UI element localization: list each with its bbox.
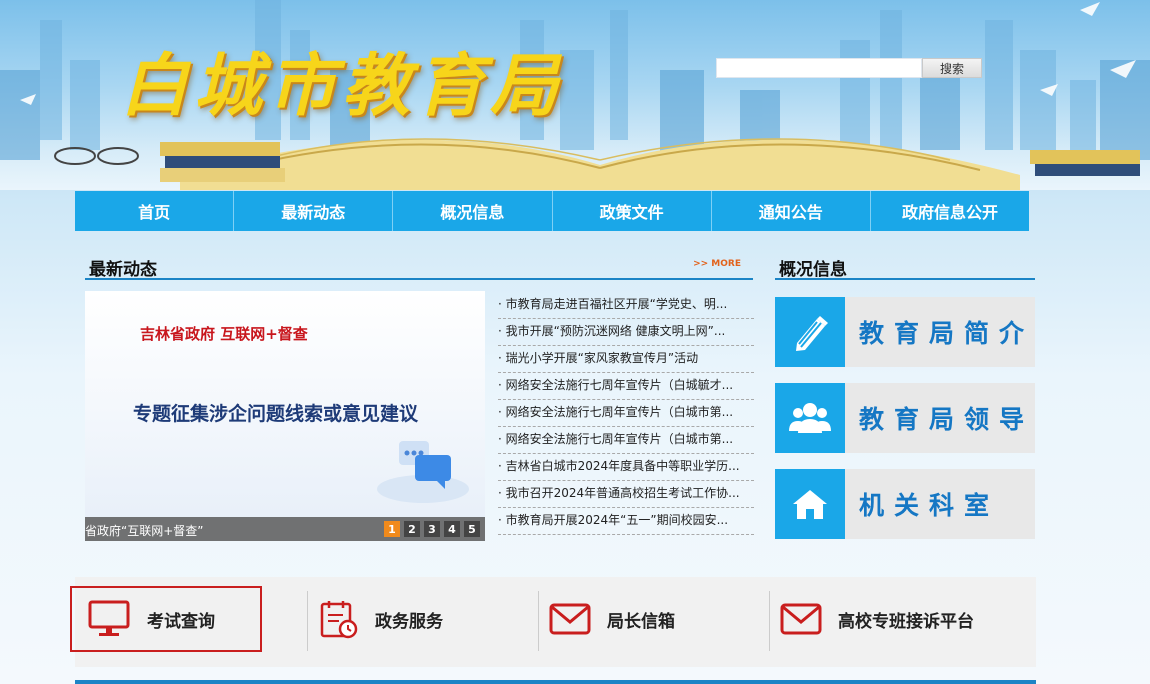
- news-list-item[interactable]: · 我市召开2024年普通高校招生考试工作协...: [498, 481, 754, 508]
- slide-subtitle: 吉林省政府 互联网+督查: [140, 325, 308, 343]
- slide-headline: 专题征集涉企问题线索或意见建议: [133, 403, 419, 425]
- header-banner: 白城市教育局 搜索: [0, 0, 1150, 190]
- envelope-icon: [780, 603, 822, 635]
- nav-item-latest-news[interactable]: 最新动态: [234, 191, 394, 231]
- pencil-icon: [775, 297, 845, 367]
- main-nav: 首页 最新动态 概况信息 政策文件 通知公告 政府信息公开: [75, 191, 1029, 231]
- overview-section-header: 概况信息: [775, 250, 1035, 280]
- slide-page-5[interactable]: 5: [464, 521, 480, 537]
- nav-item-home[interactable]: 首页: [75, 191, 235, 231]
- service-divider: [307, 591, 308, 651]
- news-list-item[interactable]: · 吉林省白城市2024年度具备中等职业学历...: [498, 454, 754, 481]
- complaint-platform-button[interactable]: 高校专班接诉平台: [780, 587, 974, 651]
- service-divider: [538, 591, 539, 651]
- site-logo[interactable]: 白城市教育局: [120, 30, 564, 129]
- news-section-header: 最新动态 >> MORE: [85, 250, 753, 280]
- slide-pager: 1 2 3 4 5: [384, 521, 480, 537]
- slide-page-3[interactable]: 3: [424, 521, 440, 537]
- overview-leaders-label: 教育局领导: [859, 405, 1035, 434]
- envelope-icon: [549, 603, 591, 635]
- director-mailbox-label: 局长信箱: [607, 611, 675, 632]
- overview-intro-label: 教育局简介: [859, 319, 1035, 348]
- footer-divider: [75, 680, 1036, 684]
- slide-caption-bar: 省政府“互联网+督查” 1 2 3 4 5: [85, 517, 485, 541]
- calendar-clock-icon: [320, 601, 358, 639]
- news-list-item[interactable]: · 网络安全法施行七周年宣传片（白城毓才...: [498, 373, 754, 400]
- news-list-item[interactable]: · 市教育局开展2024年“五一”期间校园安...: [498, 508, 754, 535]
- news-list-item[interactable]: · 市教育局走进百福社区开展“学党史、明...: [498, 292, 754, 319]
- overview-departments-label: 机关科室: [859, 491, 1000, 520]
- overview-intro-link[interactable]: 教育局简介: [775, 297, 1035, 367]
- chat-bubbles-illustration: [377, 441, 469, 503]
- slide-caption[interactable]: 省政府“互联网+督查”: [85, 522, 204, 539]
- search-button[interactable]: 搜索: [922, 58, 982, 78]
- service-divider: [769, 591, 770, 651]
- director-mailbox-button[interactable]: 局长信箱: [549, 587, 675, 651]
- nav-item-gov-info[interactable]: 政府信息公开: [871, 191, 1029, 231]
- overview-departments-link[interactable]: 机关科室: [775, 469, 1035, 539]
- overview-section-title: 概况信息: [779, 260, 847, 280]
- gov-service-label: 政务服务: [375, 611, 443, 632]
- focus-highlight-frame: [70, 586, 262, 652]
- slide-page-1[interactable]: 1: [384, 521, 400, 537]
- slide-page-2[interactable]: 2: [404, 521, 420, 537]
- news-list-item[interactable]: · 瑞光小学开展“家风家教宣传月”活动: [498, 346, 754, 373]
- search-box: 搜索: [716, 58, 982, 78]
- search-input[interactable]: [716, 58, 922, 78]
- people-icon: [775, 383, 845, 453]
- news-slideshow[interactable]: 吉林省政府 互联网+督查 专题征集涉企问题线索或意见建议 省政府“互联网+督查”…: [85, 291, 485, 541]
- house-icon: [775, 469, 845, 539]
- news-more-link[interactable]: >> MORE: [693, 259, 741, 269]
- news-list-item[interactable]: · 网络安全法施行七周年宣传片（白城市第...: [498, 400, 754, 427]
- nav-item-notices[interactable]: 通知公告: [712, 191, 871, 231]
- news-list-item[interactable]: · 网络安全法施行七周年宣传片（白城市第...: [498, 427, 754, 454]
- news-list-item[interactable]: · 我市开展“预防沉迷网络 健康文明上网”...: [498, 319, 754, 346]
- slide-page-4[interactable]: 4: [444, 521, 460, 537]
- news-section-title: 最新动态: [89, 260, 157, 280]
- overview-leaders-link[interactable]: 教育局领导: [775, 383, 1035, 453]
- nav-item-policy[interactable]: 政策文件: [553, 191, 712, 231]
- nav-item-overview[interactable]: 概况信息: [393, 191, 553, 231]
- gov-service-button[interactable]: 政务服务: [319, 587, 443, 651]
- complaint-platform-label: 高校专班接诉平台: [838, 611, 974, 632]
- news-list: · 市教育局走进百福社区开展“学党史、明... · 我市开展“预防沉迷网络 健康…: [498, 292, 754, 535]
